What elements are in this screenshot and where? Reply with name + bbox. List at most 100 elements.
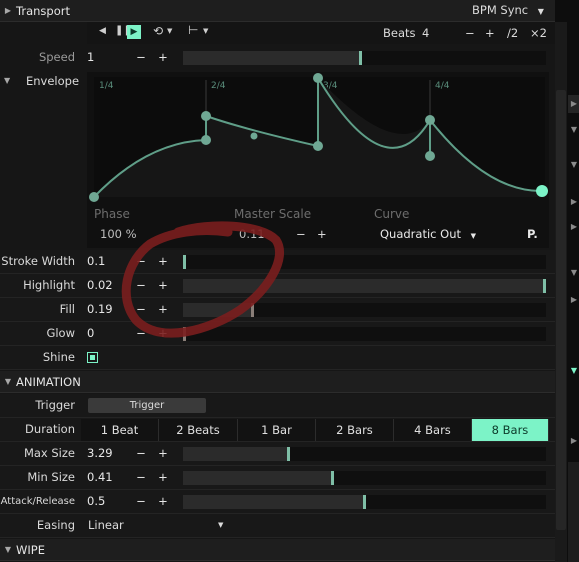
duration-option[interactable]: 1 Bar bbox=[238, 419, 316, 441]
slider-fill bbox=[183, 303, 254, 317]
slider-thumb[interactable] bbox=[331, 471, 334, 485]
beats-decrement-button[interactable]: − bbox=[465, 22, 475, 44]
envelope-header[interactable]: ▼ Envelope bbox=[0, 72, 87, 92]
increment-button[interactable]: + bbox=[157, 442, 169, 465]
param-slider[interactable] bbox=[183, 495, 546, 509]
duration-option-active[interactable]: 8 Bars bbox=[472, 419, 549, 441]
decrement-button[interactable]: − bbox=[135, 322, 147, 345]
wipe-section-header[interactable]: ▼ WIPE bbox=[0, 539, 555, 561]
slider-thumb[interactable] bbox=[183, 327, 186, 341]
shine-checkbox[interactable] bbox=[87, 352, 98, 363]
master-scale-label: Master Scale bbox=[234, 207, 312, 221]
animation-section-header[interactable]: ▼ ANIMATION bbox=[0, 371, 555, 393]
duration-option[interactable]: 2 Beats bbox=[159, 419, 238, 441]
easing-label: Easing bbox=[36, 518, 75, 532]
decrement-button[interactable]: − bbox=[135, 442, 147, 465]
scale-decrement-button[interactable]: − bbox=[296, 227, 306, 241]
side-chevron-icon: ▼ bbox=[570, 268, 578, 277]
step-back-icon[interactable]: ◀ bbox=[99, 26, 106, 36]
slider-thumb[interactable] bbox=[363, 495, 366, 509]
param-row: Stroke Width 0.1 − + bbox=[0, 250, 555, 274]
param-value[interactable]: 0.02 bbox=[87, 274, 113, 297]
transport-section-header[interactable]: ▶ Transport BPM Sync ▼ bbox=[0, 0, 555, 22]
decrement-button[interactable]: − bbox=[135, 250, 147, 273]
duration-label: Duration bbox=[25, 422, 75, 436]
envelope-point[interactable] bbox=[89, 192, 99, 202]
chevron-down-icon: ▼ bbox=[470, 232, 477, 240]
duration-option[interactable]: 4 Bars bbox=[394, 419, 472, 441]
envelope-point[interactable] bbox=[425, 151, 435, 161]
param-slider[interactable] bbox=[183, 327, 546, 341]
beats-increment-button[interactable]: + bbox=[485, 22, 495, 44]
decrement-button[interactable]: − bbox=[135, 466, 147, 489]
increment-button[interactable]: + bbox=[157, 274, 169, 297]
shine-row: Shine bbox=[0, 346, 555, 370]
decrement-button[interactable]: − bbox=[135, 490, 147, 513]
master-scale-value[interactable]: 0.11 bbox=[239, 227, 265, 241]
envelope-point[interactable] bbox=[201, 111, 211, 121]
increment-button[interactable]: + bbox=[157, 250, 169, 273]
param-slider[interactable] bbox=[183, 471, 546, 485]
slider-thumb[interactable] bbox=[543, 279, 546, 293]
double-button[interactable]: ×2 bbox=[530, 22, 547, 44]
param-slider[interactable] bbox=[183, 279, 546, 293]
param-slider[interactable] bbox=[183, 303, 546, 317]
transport-bar: ◀ ❚❚ ▶ ⟲ ▼ ⊢ ▼ Beats 4 − + /2 ×2 bbox=[87, 22, 555, 44]
envelope-point[interactable] bbox=[425, 115, 435, 125]
halve-button[interactable]: /2 bbox=[507, 22, 518, 44]
slider-fill bbox=[183, 495, 366, 509]
param-value[interactable]: 0.19 bbox=[87, 298, 113, 321]
slider-thumb[interactable] bbox=[251, 303, 254, 317]
envelope-point[interactable] bbox=[201, 135, 211, 145]
trigger-button[interactable]: Trigger bbox=[88, 398, 206, 413]
side-chevron-icon: ▶ bbox=[570, 99, 578, 108]
speed-increment-button[interactable]: + bbox=[157, 46, 169, 69]
param-slider[interactable] bbox=[183, 447, 546, 461]
envelope-editor[interactable]: 1/4 2/4 3/4 4/4 Phase Master Scale Curve… bbox=[87, 72, 549, 248]
param-label: Max Size bbox=[23, 446, 75, 460]
slider-thumb[interactable] bbox=[359, 51, 362, 65]
bpm-sync-dropdown[interactable]: BPM Sync ▼ bbox=[472, 0, 544, 22]
easing-dropdown[interactable]: Linear ▼ bbox=[88, 514, 228, 537]
envelope-point[interactable] bbox=[313, 141, 323, 151]
slider-thumb[interactable] bbox=[287, 447, 290, 461]
curve-dropdown[interactable]: Quadratic Out ▼ bbox=[380, 227, 476, 241]
param-label: Fill bbox=[59, 302, 75, 316]
speed-value[interactable]: 1 bbox=[87, 46, 94, 69]
preset-button[interactable]: P. bbox=[527, 227, 538, 241]
increment-button[interactable]: + bbox=[157, 298, 169, 321]
slider-fill bbox=[183, 51, 362, 65]
speed-slider[interactable] bbox=[183, 51, 546, 65]
param-value[interactable]: 3.29 bbox=[87, 442, 113, 465]
section-title: WIPE bbox=[16, 542, 45, 557]
envelope-graph[interactable]: 1/4 2/4 3/4 4/4 bbox=[87, 72, 549, 248]
scale-increment-button[interactable]: + bbox=[317, 227, 327, 241]
beats-value[interactable]: 4 bbox=[422, 22, 429, 44]
decrement-button[interactable]: − bbox=[135, 298, 147, 321]
play-icon[interactable]: ▶ bbox=[127, 25, 141, 39]
increment-button[interactable]: + bbox=[157, 490, 169, 513]
increment-button[interactable]: + bbox=[157, 466, 169, 489]
duration-option[interactable]: 1 Beat bbox=[81, 419, 159, 441]
envelope-playhead-point[interactable] bbox=[536, 185, 548, 197]
chevron-down-icon: ▼ bbox=[167, 27, 173, 35]
slider-thumb[interactable] bbox=[183, 255, 186, 269]
speed-decrement-button[interactable]: − bbox=[135, 46, 147, 69]
param-row: Highlight 0.02− + bbox=[0, 274, 555, 298]
increment-button[interactable]: + bbox=[157, 322, 169, 345]
envelope-handle[interactable] bbox=[250, 132, 258, 140]
loop-icon[interactable]: ⟲ bbox=[153, 24, 163, 38]
param-value[interactable]: 0.1 bbox=[87, 250, 105, 273]
scrollbar-thumb[interactable] bbox=[556, 90, 566, 530]
envelope-point[interactable] bbox=[313, 73, 323, 83]
param-value[interactable]: 0.5 bbox=[87, 490, 105, 513]
param-value[interactable]: 0.41 bbox=[87, 466, 113, 489]
param-value[interactable]: 0 bbox=[87, 322, 94, 345]
phase-value[interactable]: 100 % bbox=[100, 227, 137, 241]
param-row: Glow 0 − + bbox=[0, 322, 555, 346]
side-chevron-icon: ▼ bbox=[570, 160, 578, 169]
decrement-button[interactable]: − bbox=[135, 274, 147, 297]
param-slider[interactable] bbox=[183, 255, 546, 269]
duration-option[interactable]: 2 Bars bbox=[316, 419, 394, 441]
marker-icon[interactable]: ⊢ bbox=[188, 23, 198, 37]
